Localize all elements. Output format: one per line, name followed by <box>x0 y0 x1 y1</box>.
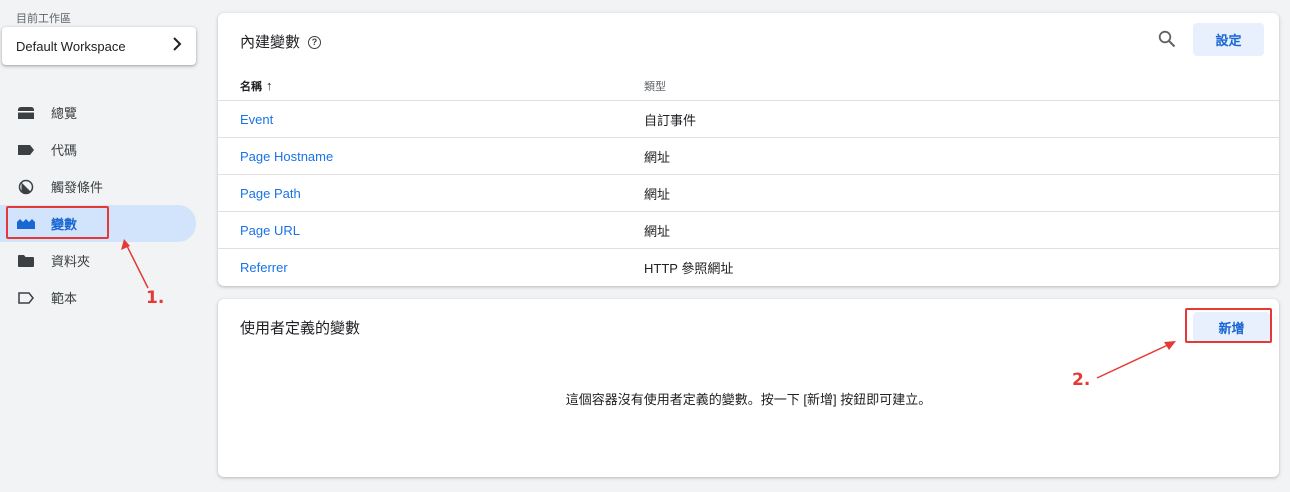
sidebar-item-label: 觸發條件 <box>51 180 104 195</box>
column-header-type[interactable]: 類型 <box>644 78 666 94</box>
variable-type: 網址 <box>644 223 671 239</box>
variable-name-link[interactable]: Event <box>240 112 273 127</box>
sidebar-item-label: 範本 <box>51 291 78 306</box>
annotation-arrow-2 <box>1096 341 1176 379</box>
search-icon[interactable] <box>1158 30 1176 48</box>
user-defined-variables-title: 使用者定義的變數 <box>240 320 361 337</box>
sidebar-nav: 總覽 代碼 觸發條件 變數 資料夾 範本 <box>0 94 205 316</box>
sidebar-item-overview[interactable]: 總覽 <box>0 94 205 131</box>
variables-icon <box>17 215 35 233</box>
table-row: Page Path 網址 <box>218 174 1279 211</box>
user-defined-variables-card: 使用者定義的變數 新增 這個容器沒有使用者定義的變數。按一下 [新增] 按鈕即可… <box>218 299 1279 477</box>
empty-state-message: 這個容器沒有使用者定義的變數。按一下 [新增] 按鈕即可建立。 <box>565 392 932 407</box>
builtin-variables-title: 內建變數 <box>240 34 301 51</box>
column-header-name-label: 名稱 <box>240 81 262 93</box>
sidebar-item-templates[interactable]: 範本 <box>0 279 205 316</box>
builtin-title-row: 內建變數? <box>240 31 322 52</box>
builtin-variables-card: 內建變數? 設定 名稱 ↑ 類型 Event 自訂事件 Page Hostname… <box>218 13 1279 286</box>
variable-name-link[interactable]: Page URL <box>240 223 300 238</box>
trigger-icon <box>17 178 35 196</box>
variable-type: 網址 <box>644 186 671 202</box>
table-header: 名稱 ↑ 類型 <box>218 71 1279 101</box>
settings-button[interactable]: 設定 <box>1193 23 1264 56</box>
annotation-step-2: 2. <box>1072 370 1091 390</box>
table-row: Page URL 網址 <box>218 211 1279 248</box>
variable-name-link[interactable]: Page Hostname <box>240 149 333 164</box>
variable-name-link[interactable]: Referrer <box>240 260 288 275</box>
sidebar-item-label: 資料夾 <box>51 254 91 269</box>
overview-icon <box>17 104 35 122</box>
variable-type: 自訂事件 <box>644 112 697 128</box>
sidebar-item-label: 總覽 <box>51 106 78 121</box>
tag-icon <box>17 141 35 159</box>
column-header-name[interactable]: 名稱 ↑ <box>240 78 273 94</box>
sidebar-item-variables[interactable]: 變數 <box>0 205 196 242</box>
workspace-selector[interactable]: Default Workspace <box>2 27 196 65</box>
template-icon <box>17 289 35 307</box>
help-icon[interactable]: ? <box>308 35 322 49</box>
chevron-right-icon <box>172 36 182 56</box>
annotation-arrow-1 <box>121 239 149 289</box>
sidebar: 目前工作區 Default Workspace 總覽 代碼 觸發條件 變數 資料… <box>0 0 205 492</box>
sidebar-item-tags[interactable]: 代碼 <box>0 131 205 168</box>
folder-icon <box>17 252 35 270</box>
sidebar-item-folders[interactable]: 資料夾 <box>0 242 205 279</box>
table-row: Event 自訂事件 <box>218 100 1279 137</box>
workspace-label: 目前工作區 <box>16 13 71 25</box>
table-row: Page Hostname 網址 <box>218 137 1279 174</box>
workspace-name: Default Workspace <box>16 38 126 54</box>
sidebar-item-label: 變數 <box>51 217 78 232</box>
variable-name-link[interactable]: Page Path <box>240 186 301 201</box>
sidebar-item-triggers[interactable]: 觸發條件 <box>0 168 205 205</box>
sidebar-item-label: 代碼 <box>51 143 78 158</box>
table-row: Referrer HTTP 參照網址 <box>218 248 1279 285</box>
sort-ascending-icon: ↑ <box>266 78 273 93</box>
variable-type: HTTP 參照網址 <box>644 260 734 276</box>
variable-type: 網址 <box>644 149 671 165</box>
annotation-step-1: 1. <box>146 288 165 308</box>
new-variable-button[interactable]: 新增 <box>1193 312 1270 342</box>
